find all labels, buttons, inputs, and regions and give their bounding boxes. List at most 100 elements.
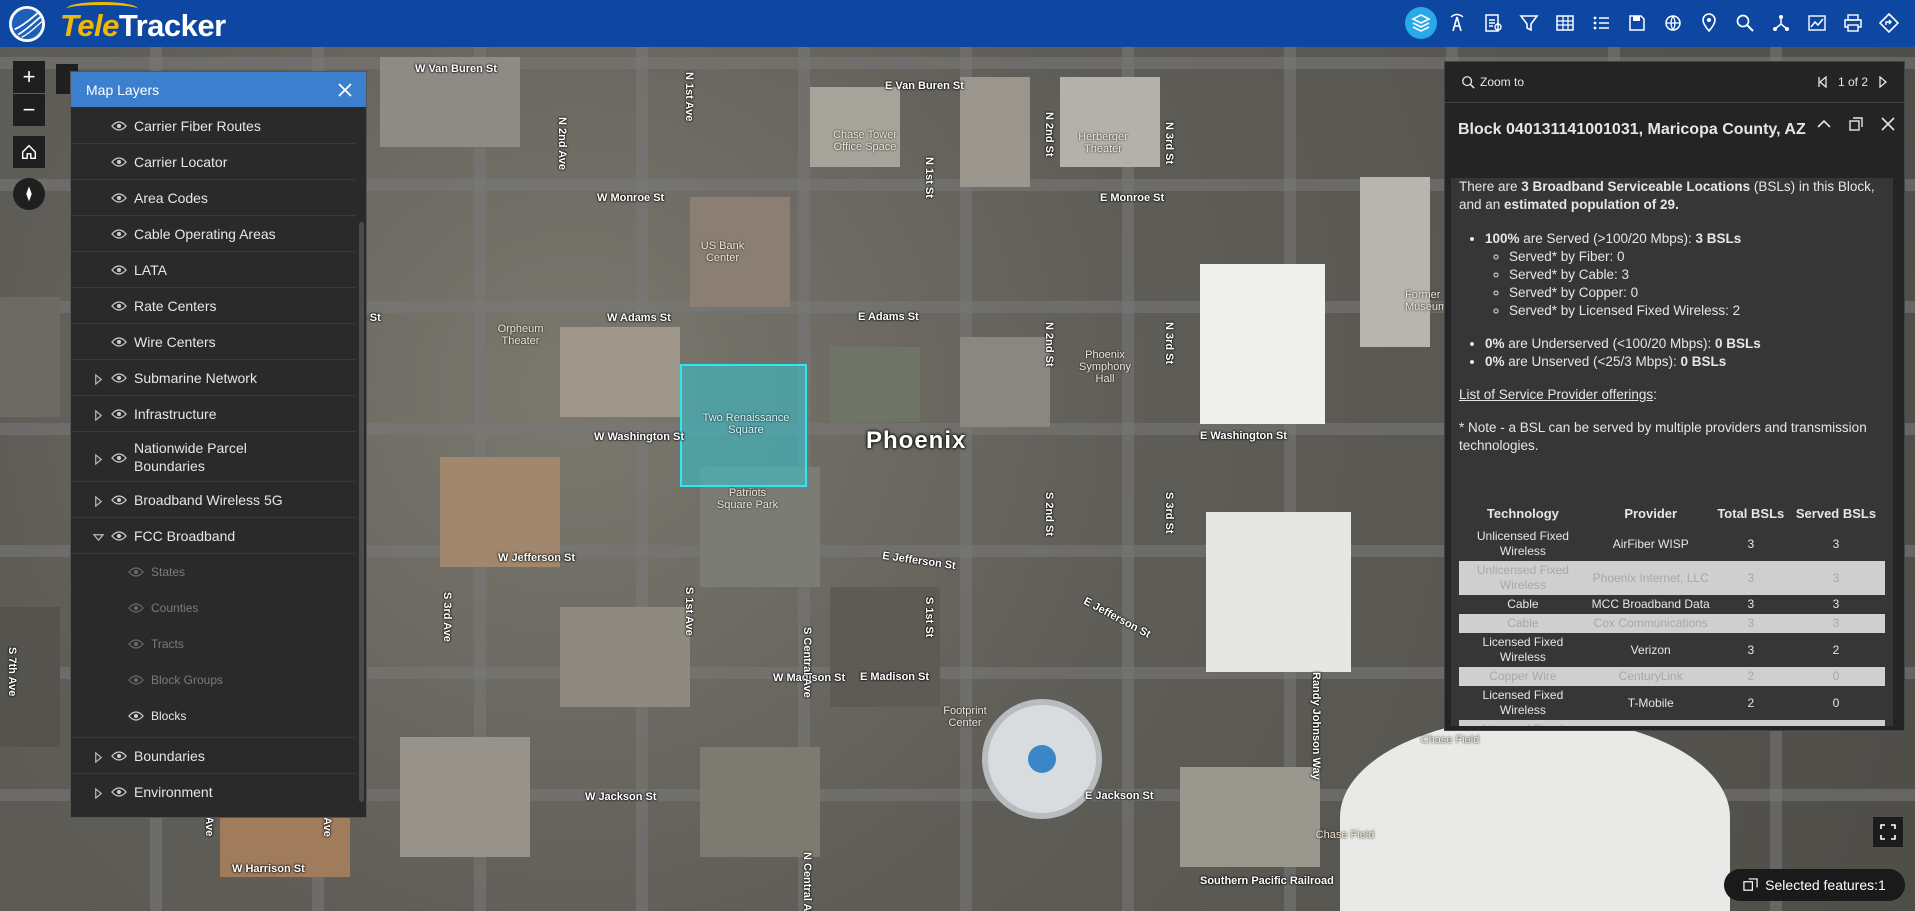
next-icon[interactable] (1878, 76, 1890, 88)
street-label: N Central Ave (801, 852, 813, 911)
layer-item[interactable]: Rate Centers (71, 288, 356, 324)
layer-item[interactable]: Nationwide Parcel Boundaries (71, 432, 356, 482)
tower-button[interactable] (1441, 7, 1473, 39)
visibility-eye-icon[interactable] (111, 191, 129, 205)
street-label: E Monroe St (1100, 192, 1165, 204)
table-cell: 3 (1714, 614, 1787, 633)
collapse-icon[interactable] (1816, 116, 1832, 132)
layer-item[interactable]: FCC Broadband (71, 518, 356, 554)
layer-label: Area Codes (134, 189, 208, 206)
city-label: Phoenix (866, 427, 967, 454)
visibility-eye-icon[interactable] (111, 529, 129, 543)
table-cell: 2 (1832, 642, 1840, 657)
visibility-eye-icon[interactable] (111, 299, 129, 313)
report-icon (1485, 14, 1502, 32)
basemap-button[interactable] (1657, 7, 1689, 39)
sublayer-item[interactable]: Counties (71, 590, 356, 626)
provider-offerings-heading: List of Service Provider offerings: (1459, 386, 1885, 404)
chevron-right-icon[interactable] (93, 750, 105, 763)
chart-button[interactable] (1801, 7, 1833, 39)
table-cell: 2 (1714, 667, 1787, 686)
sublayer-item[interactable]: Blocks (71, 698, 356, 734)
report-button[interactable] (1477, 7, 1509, 39)
table-cell: Cable (1507, 597, 1539, 611)
popup-note: * Note - a BSL can be served by multiple… (1459, 420, 1867, 453)
location-pin-button[interactable] (1693, 7, 1725, 39)
layer-item[interactable]: Submarine Network (71, 360, 356, 396)
layers-button[interactable] (1405, 7, 1437, 39)
visibility-eye-icon[interactable] (128, 601, 146, 615)
layer-item[interactable]: Boundaries (71, 738, 356, 774)
visibility-eye-icon[interactable] (128, 565, 146, 579)
visibility-eye-icon[interactable] (128, 673, 146, 687)
summary-bsl-count: 3 Broadband Serviceable Locations (1521, 179, 1751, 194)
chevron-right-icon[interactable] (93, 451, 105, 465)
dock-icon[interactable] (1848, 116, 1864, 132)
close-icon[interactable] (337, 82, 353, 98)
zoom-in-button[interactable]: + (13, 61, 45, 93)
layers-scrollbar[interactable] (359, 222, 364, 802)
filter-button[interactable] (1513, 7, 1545, 39)
previous-icon[interactable] (1816, 76, 1828, 88)
layer-item[interactable]: Cable Operating Areas (71, 216, 356, 252)
visibility-eye-icon[interactable] (111, 335, 129, 349)
layer-item[interactable]: Broadband Wireless 5G (71, 482, 356, 518)
home-button[interactable] (13, 136, 45, 168)
street-label: N 3rd St (1163, 322, 1175, 365)
street-label: N 2nd Ave (556, 117, 568, 170)
street-label: N 1st Ave (683, 72, 695, 122)
fullscreen-button[interactable] (1873, 817, 1903, 847)
chevron-right-icon[interactable] (93, 408, 105, 421)
print-button[interactable] (1837, 7, 1869, 39)
network-button[interactable] (1765, 7, 1797, 39)
save-button[interactable] (1621, 7, 1653, 39)
table-button[interactable] (1549, 7, 1581, 39)
visibility-eye-icon[interactable] (111, 155, 129, 169)
visibility-eye-icon[interactable] (111, 119, 129, 133)
visibility-eye-icon[interactable] (111, 785, 129, 799)
zoom-to-button[interactable]: Zoom to (1461, 75, 1524, 89)
table-cell: 3 (1747, 642, 1755, 657)
compass-button[interactable] (13, 178, 45, 210)
zoom-to-label: Zoom to (1480, 75, 1525, 89)
visibility-eye-icon[interactable] (111, 450, 129, 464)
block-summary: There are 3 Broadband Serviceable Locati… (1459, 178, 1885, 214)
visibility-eye-icon[interactable] (128, 637, 146, 651)
sublayer-item[interactable]: Tracts (71, 626, 356, 662)
visibility-eye-icon[interactable] (111, 371, 129, 385)
sublayer-item[interactable]: Block Groups (71, 662, 356, 698)
street-label: S 7th Ave (6, 647, 18, 697)
selected-features-button[interactable]: Selected features:1 (1724, 869, 1905, 901)
layer-item[interactable]: Environment (71, 774, 356, 809)
poi-label: Phoenix Symphony Hall (1079, 349, 1131, 385)
visibility-eye-icon[interactable] (111, 227, 129, 241)
layer-item[interactable]: Wire Centers (71, 324, 356, 360)
directions-button[interactable] (1873, 7, 1905, 39)
table-cell: Cable (1459, 614, 1587, 633)
visibility-eye-icon[interactable] (111, 263, 129, 277)
basemap-icon (1665, 15, 1681, 31)
provider-offerings-link[interactable]: List of Service Provider offerings (1459, 387, 1653, 402)
visibility-eye-icon[interactable] (111, 749, 129, 763)
chevron-right-icon[interactable] (93, 494, 105, 507)
selected-census-block[interactable]: Two Renaissance Square (680, 364, 807, 487)
table-cell: GeoLinks (1586, 720, 1715, 726)
layer-item[interactable]: Carrier Locator (71, 144, 356, 180)
chevron-right-icon[interactable] (93, 372, 105, 385)
close-icon[interactable] (1880, 116, 1896, 132)
visibility-eye-icon[interactable] (111, 493, 129, 507)
layer-item[interactable]: Infrastructure (71, 396, 356, 432)
sublayer-item[interactable]: States (71, 554, 356, 590)
visibility-eye-icon[interactable] (111, 407, 129, 421)
street-label: E Jefferson St (881, 549, 957, 573)
layer-item[interactable]: Area Codes (71, 180, 356, 216)
globe-logo-icon (9, 6, 45, 42)
layer-item[interactable]: LATA (71, 252, 356, 288)
chevron-down-icon[interactable] (92, 530, 105, 542)
chevron-right-icon[interactable] (93, 786, 105, 799)
list-button[interactable] (1585, 7, 1617, 39)
search-map-button[interactable] (1729, 7, 1761, 39)
visibility-eye-icon[interactable] (128, 709, 146, 723)
layer-item[interactable]: Carrier Fiber Routes (71, 108, 356, 144)
zoom-out-button[interactable]: − (13, 94, 45, 126)
